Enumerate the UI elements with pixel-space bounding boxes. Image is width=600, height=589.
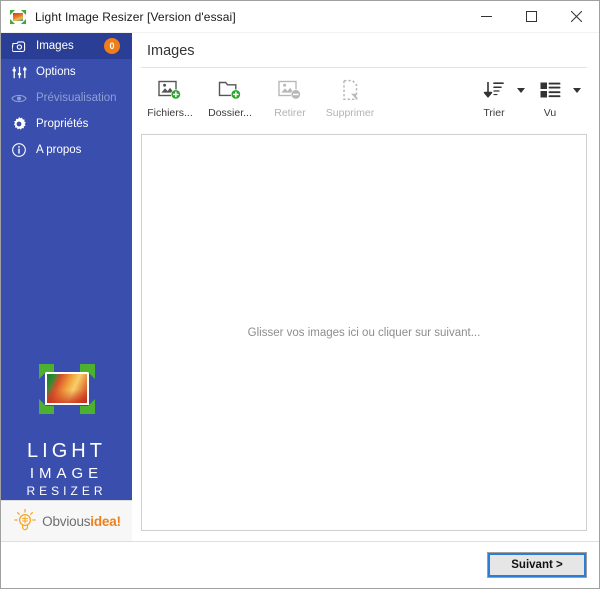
chevron-down-icon[interactable] xyxy=(571,76,583,104)
toolbar-label: Trier xyxy=(483,107,505,119)
vendor-name-part1: Obvious xyxy=(42,513,91,529)
lightbulb-icon xyxy=(12,508,38,534)
sidebar-item-label: Images xyxy=(36,40,74,52)
window-title: Light Image Resizer [Version d'essai] xyxy=(35,9,236,24)
toolbar-label: Supprimer xyxy=(325,107,375,119)
vendor-name-part2: idea! xyxy=(90,513,121,529)
toolbar-label: Dossier... xyxy=(208,107,252,119)
view-split-button[interactable]: Vu xyxy=(531,76,583,128)
next-button[interactable]: Suivant > xyxy=(487,552,587,578)
window-controls xyxy=(464,1,599,32)
sidebar: Images 0 Options Prévisualisation Propri… xyxy=(1,33,132,541)
view-icon xyxy=(539,76,561,104)
sliders-icon xyxy=(10,63,28,81)
minimize-icon[interactable] xyxy=(464,1,509,32)
add-folder-button[interactable]: Dossier... xyxy=(201,76,259,128)
remove-button[interactable]: Retirer xyxy=(261,76,319,128)
sidebar-item-label: Options xyxy=(36,66,76,78)
brand-line-2: IMAGE xyxy=(29,465,104,483)
brand-line-3: RESIZER xyxy=(26,484,107,499)
view-button[interactable]: Vu xyxy=(531,76,569,128)
delete-button[interactable]: Supprimer xyxy=(321,76,379,128)
delete-file-icon xyxy=(338,76,362,104)
add-files-button[interactable]: Fichiers... xyxy=(141,76,199,128)
window-body: Images 0 Options Prévisualisation Propri… xyxy=(1,33,599,541)
app-window: Light Image Resizer [Version d'essai] Im… xyxy=(0,0,600,589)
brand-block: LIGHT IMAGE RESIZER xyxy=(1,362,132,500)
toolbar-label: Vu xyxy=(543,107,557,119)
vendor-name: Obviousidea! xyxy=(42,514,121,529)
images-icon xyxy=(10,37,28,55)
chevron-down-icon[interactable] xyxy=(515,76,527,104)
sidebar-item-label: Propriétés xyxy=(36,118,89,130)
close-icon[interactable] xyxy=(554,1,599,32)
sort-button[interactable]: Trier xyxy=(475,76,513,128)
vendor-logo-bar[interactable]: Obviousidea! xyxy=(1,500,132,541)
sidebar-item-previsualisation[interactable]: Prévisualisation xyxy=(1,85,132,111)
brand-line-1: LIGHT xyxy=(27,439,106,462)
sidebar-item-label: A propos xyxy=(36,144,82,156)
sidebar-item-a-propos[interactable]: A propos xyxy=(1,137,132,163)
main-pane: Images Fichiers... Dossier... Retirer Su… xyxy=(132,33,599,541)
add-image-icon xyxy=(158,76,182,104)
brand-wordmark: LIGHT IMAGE RESIZER xyxy=(26,438,106,500)
sort-split-button[interactable]: Trier xyxy=(475,76,527,128)
info-icon xyxy=(10,141,28,159)
remove-image-icon xyxy=(278,76,302,104)
maximize-icon[interactable] xyxy=(509,1,554,32)
toolbar-label: Fichiers... xyxy=(147,107,193,119)
sidebar-item-images[interactable]: Images 0 xyxy=(1,33,132,59)
gear-icon xyxy=(10,115,28,133)
drop-area-message: Glisser vos images ici ou cliquer sur su… xyxy=(247,326,481,339)
toolbar-label: Retirer xyxy=(274,107,306,119)
sidebar-item-proprietes[interactable]: Propriétés xyxy=(1,111,132,137)
sidebar-item-options[interactable]: Options xyxy=(1,59,132,85)
sidebar-item-label: Prévisualisation xyxy=(36,92,117,104)
add-folder-icon xyxy=(218,76,242,104)
image-drop-area[interactable]: Glisser vos images ici ou cliquer sur su… xyxy=(141,134,587,531)
toolbar: Fichiers... Dossier... Retirer Supprimer… xyxy=(141,70,587,134)
images-count-badge: 0 xyxy=(104,38,120,54)
resize-photo-icon xyxy=(37,362,97,416)
sidebar-nav: Images 0 Options Prévisualisation Propri… xyxy=(1,33,132,163)
title-bar: Light Image Resizer [Version d'essai] xyxy=(1,1,599,33)
title-divider xyxy=(141,67,587,68)
footer-bar: Suivant > xyxy=(1,541,599,588)
eye-icon xyxy=(10,89,28,107)
light-image-resizer-icon xyxy=(10,9,26,25)
page-title: Images xyxy=(147,43,195,59)
sort-icon xyxy=(483,76,505,104)
